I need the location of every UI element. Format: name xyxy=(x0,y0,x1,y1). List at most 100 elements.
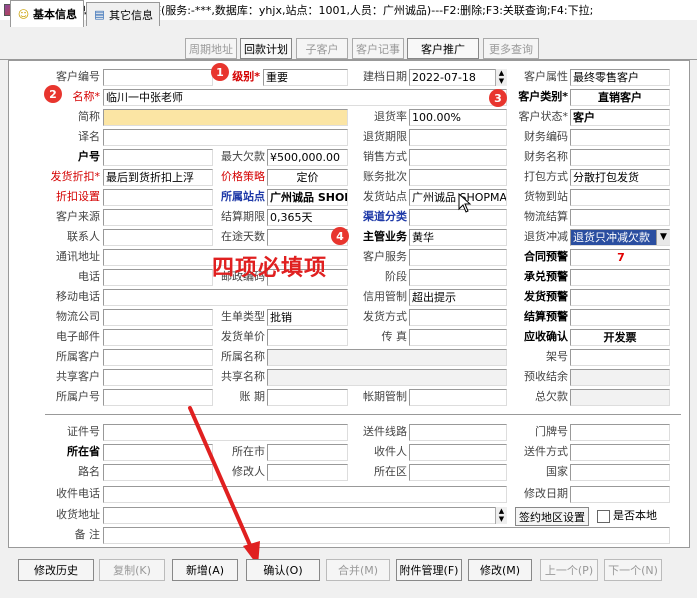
account-no-field[interactable] xyxy=(103,149,213,166)
cycle-address-button[interactable]: 周期地址 xyxy=(185,38,237,59)
customer-service-field[interactable] xyxy=(409,249,507,266)
delivery-address-field[interactable] xyxy=(103,507,507,524)
parent-account-field[interactable] xyxy=(103,389,213,406)
tab-basic-info[interactable]: ☺ 基本信息 xyxy=(10,0,84,27)
stage-field[interactable] xyxy=(409,269,507,286)
settlement-alert-field[interactable] xyxy=(570,309,670,326)
email-field[interactable] xyxy=(103,329,213,346)
packing-method-field[interactable]: 分散打包发货 xyxy=(570,169,670,186)
modifier-field[interactable] xyxy=(267,464,348,481)
shipping-unit-price-field[interactable] xyxy=(267,329,348,346)
customer-id-field[interactable] xyxy=(103,69,213,86)
order-type-field[interactable]: 批销 xyxy=(267,309,348,326)
date-spinner[interactable]: ▲ ▼ xyxy=(495,69,507,86)
address-scroll[interactable]: ▲ ▼ xyxy=(495,507,507,524)
recipient-field[interactable] xyxy=(409,444,507,461)
translated-name-label: 译名 xyxy=(78,130,100,143)
logistics-settlement-field[interactable] xyxy=(570,209,670,226)
period-control-field[interactable] xyxy=(409,389,507,406)
account-period-field[interactable] xyxy=(267,389,348,406)
id-no-label: 证件号 xyxy=(67,425,100,438)
city-field[interactable] xyxy=(267,444,348,461)
sub-customer-button[interactable]: 子客户 xyxy=(296,38,348,59)
customer-notes-button[interactable]: 客户记事 xyxy=(352,38,404,59)
shipping-discount-field[interactable]: 最后到货折扣上浮 xyxy=(103,169,213,186)
mailing-address-label: 通讯地址 xyxy=(56,250,100,263)
supervisor-field[interactable]: 黄华 xyxy=(409,229,507,246)
delivery-route-field[interactable] xyxy=(409,424,507,441)
level-field[interactable]: 重要 xyxy=(263,69,348,86)
shipping-alert-field[interactable] xyxy=(570,289,670,306)
discount-setting-field[interactable] xyxy=(103,189,213,206)
cargo-station-field[interactable] xyxy=(570,189,670,206)
mobile-label: 移动电话 xyxy=(56,290,100,303)
finance-name-field[interactable] xyxy=(570,149,670,166)
modify-history-button[interactable]: 修改历史 xyxy=(18,559,94,581)
contract-alert-field[interactable]: 7 xyxy=(570,249,670,266)
country-field[interactable] xyxy=(570,464,670,481)
tab-other-info[interactable]: ▤ 其它信息 xyxy=(86,2,160,26)
max-debt-field[interactable]: ¥500,000.00 xyxy=(267,149,348,166)
customer-source-field[interactable] xyxy=(103,209,213,226)
logistics-company-field[interactable] xyxy=(103,309,213,326)
settlement-period-field[interactable]: 0,365天 xyxy=(267,209,348,226)
name-field[interactable]: 临川一中张老师 xyxy=(103,89,507,106)
period-control-label: 帐期管制 xyxy=(363,390,407,403)
remarks-field[interactable] xyxy=(103,527,670,544)
shelf-no-field[interactable] xyxy=(570,349,670,366)
delivery-method-field[interactable] xyxy=(570,444,670,461)
account-batch-field[interactable] xyxy=(409,169,507,186)
return-offset-select[interactable]: 退货只冲减欠款 xyxy=(570,229,670,246)
credit-control-field[interactable]: 超出提示 xyxy=(409,289,507,306)
price-strategy-field[interactable]: 定价 xyxy=(267,169,348,186)
previous-button[interactable]: 上一个(P) xyxy=(540,559,598,581)
payment-plan-button[interactable]: 回款计划 xyxy=(240,38,292,59)
short-name-field[interactable] xyxy=(103,109,348,126)
contract-region-button[interactable]: 签约地区设置 xyxy=(515,507,589,526)
chevron-down-icon[interactable]: ▼ xyxy=(656,230,670,245)
copy-button[interactable]: 复制(K) xyxy=(99,559,165,581)
road-name-field[interactable] xyxy=(103,464,213,481)
total-debt-label: 总欠款 xyxy=(535,390,568,403)
sales-method-field[interactable] xyxy=(409,149,507,166)
phone-field[interactable] xyxy=(103,269,213,286)
acceptance-alert-field[interactable] xyxy=(570,269,670,286)
finance-code-label: 财务编码 xyxy=(524,130,568,143)
shipping-method-field[interactable] xyxy=(409,309,507,326)
owning-site-field[interactable]: 广州诚品 SHOP xyxy=(267,189,348,206)
delivery-route-label: 送件线路 xyxy=(363,425,407,438)
modify-button[interactable]: 修改(M) xyxy=(468,559,532,581)
merge-button[interactable]: 合并(M) xyxy=(326,559,390,581)
customer-status-field[interactable]: 客户 xyxy=(570,109,670,126)
attachment-manage-button[interactable]: 附件管理(F) xyxy=(396,559,462,581)
return-rate-label: 退货率 xyxy=(374,110,407,123)
translated-name-field[interactable] xyxy=(103,129,348,146)
recipient-label: 收件人 xyxy=(374,445,407,458)
more-query-button[interactable]: 更多查询 xyxy=(483,38,539,59)
house-no-field[interactable] xyxy=(570,424,670,441)
return-period-field[interactable] xyxy=(409,129,507,146)
customer-attr-field[interactable]: 最终零售客户 xyxy=(570,69,670,86)
return-rate-field[interactable]: 100.00% xyxy=(409,109,507,126)
district-field[interactable] xyxy=(409,464,507,481)
id-no-field[interactable] xyxy=(103,424,348,441)
is-local-checkbox[interactable] xyxy=(597,510,610,523)
finance-code-field[interactable] xyxy=(570,129,670,146)
parent-customer-field[interactable] xyxy=(103,349,213,366)
recipient-phone-field[interactable] xyxy=(103,486,507,503)
shipping-site-label: 发货站点 xyxy=(363,190,407,203)
fax-field[interactable] xyxy=(409,329,507,346)
confirm-button[interactable]: 确认(O) xyxy=(246,559,320,581)
customer-promotion-button[interactable]: 客户推广 xyxy=(407,38,479,59)
add-button[interactable]: 新增(A) xyxy=(172,559,238,581)
smiley-icon: ☺ xyxy=(17,7,30,21)
shared-customer-field[interactable] xyxy=(103,369,213,386)
mobile-field[interactable] xyxy=(103,289,348,306)
modify-date-field[interactable] xyxy=(570,486,670,503)
contact-person-field[interactable] xyxy=(103,229,213,246)
province-field[interactable] xyxy=(103,444,213,461)
receivable-confirm-field[interactable]: 开发票 xyxy=(570,329,670,346)
customer-type-field[interactable]: 直销客户 xyxy=(570,89,670,106)
next-button[interactable]: 下一个(N) xyxy=(604,559,662,581)
create-date-field[interactable]: 2022-07-18 xyxy=(409,69,507,86)
